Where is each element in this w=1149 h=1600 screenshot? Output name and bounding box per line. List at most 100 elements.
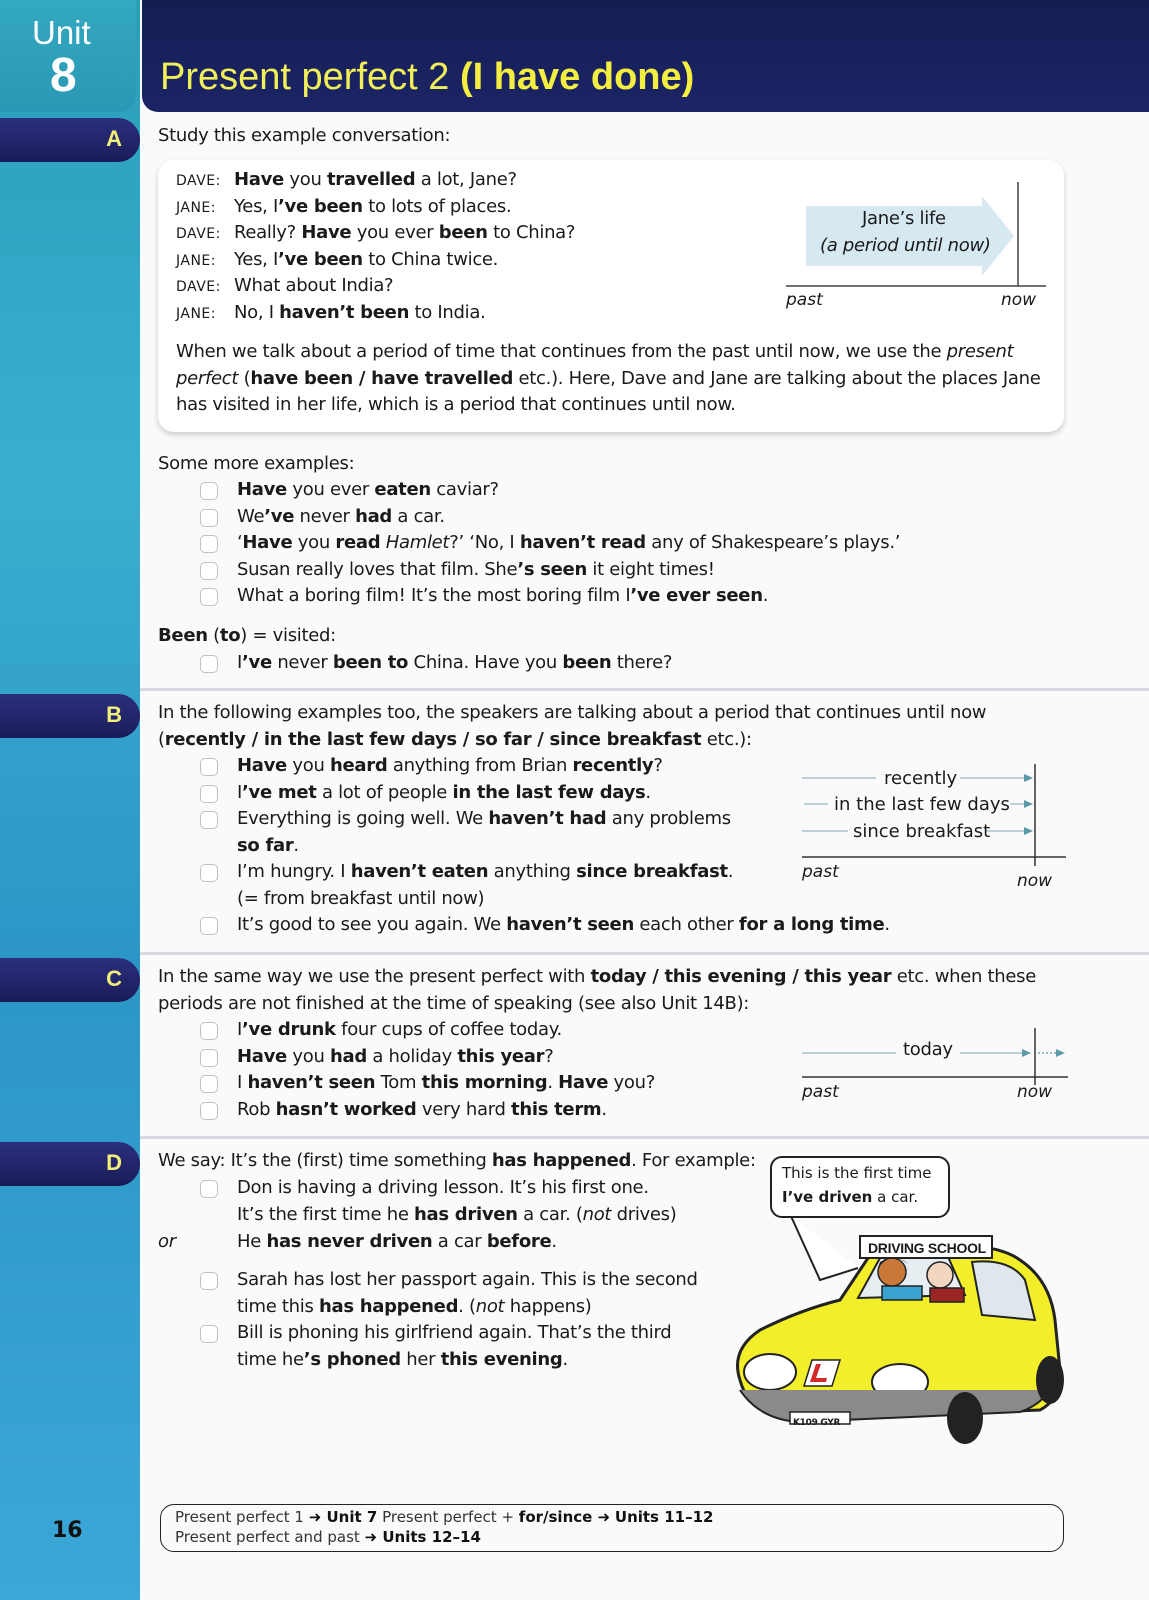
- text-run: to China twice.: [362, 248, 499, 270]
- speaker-label: DAVE:: [176, 279, 221, 295]
- bold-text: been: [438, 222, 488, 243]
- text-run: What a boring film! It’s the most boring…: [237, 585, 631, 606]
- arrow-head: [1024, 827, 1033, 835]
- text-run: you?: [608, 1072, 656, 1093]
- example-sentence: It’s the first time he has driven a car.…: [237, 1202, 677, 1229]
- example-sentence: ‘Have you read Hamlet?’ ‘No, I haven’t r…: [237, 530, 900, 557]
- text-run: Really?: [234, 222, 302, 243]
- text-run: China. Have you: [408, 652, 563, 673]
- bullet-icon: [200, 655, 218, 673]
- text-run: We: [237, 505, 265, 527]
- bold-text: has never driven: [266, 1231, 433, 1252]
- dialogue-line: DAVE: What about India?: [176, 273, 394, 301]
- text-run: a car: [432, 1231, 487, 1252]
- bold-text: Units 11–12: [614, 1508, 714, 1526]
- example-sentence: I’ve met a lot of people in the last few…: [237, 780, 651, 807]
- bold-text: has happened: [491, 1150, 632, 1171]
- text-run: (: [207, 625, 220, 646]
- bold-text: ’s seen: [517, 558, 587, 580]
- text-run: happens): [504, 1295, 592, 1317]
- bold-text: this evening: [440, 1348, 563, 1370]
- speaker-label: JANE:: [176, 252, 216, 269]
- intro-line: In the following examples too, the speak…: [158, 700, 987, 727]
- text-run: to lots of places.: [362, 195, 512, 217]
- text-run: Present perfect 1: [175, 1508, 309, 1526]
- bullet-icon: [200, 1180, 218, 1198]
- section-tab-a: A: [0, 118, 140, 162]
- arrow-head: [1056, 1049, 1065, 1057]
- text-run: I: [237, 1072, 248, 1093]
- bold-text: ➜ Units 12–14: [364, 1528, 481, 1546]
- text-run: Present perfect and past: [175, 1528, 365, 1546]
- now-label: now: [1017, 871, 1053, 891]
- text-run: .: [727, 861, 734, 882]
- bullet-icon: [200, 1075, 218, 1093]
- bold-text: eaten: [374, 479, 431, 500]
- text-run: caviar?: [430, 479, 499, 500]
- text-run: you: [286, 1045, 330, 1067]
- text-run: never: [271, 652, 333, 673]
- example-sentence: I’ve never been to China. Have you been …: [237, 650, 672, 677]
- italic-text: present: [946, 341, 1014, 362]
- dialogue-line: JANE: Yes, I’ve been to lots of places.: [176, 194, 512, 222]
- section-letter: C: [106, 966, 122, 991]
- text-run: Don is having a driving lesson. It’s his…: [237, 1177, 649, 1198]
- bold-text: had: [355, 505, 393, 527]
- page-number: 16: [52, 1518, 83, 1543]
- text-run: He: [237, 1231, 267, 1252]
- front-bumper: [739, 1389, 1051, 1424]
- bullet-icon: [200, 1101, 218, 1120]
- text-run: you ever: [286, 479, 375, 500]
- text-run: (= from breakfast until now): [237, 887, 485, 909]
- text-run: periods are not finished at the time of …: [158, 992, 750, 1014]
- text-run: In the same way we use the present perfe…: [158, 966, 591, 987]
- speech-bubble: This is the first time I’ve driven a car…: [770, 1156, 950, 1218]
- bold-text: have been / have travelled: [250, 367, 514, 389]
- explanation-line: perfect (have been / have travelled etc.…: [176, 366, 1041, 393]
- text-run: you: [286, 755, 330, 776]
- bold-text: haven’t eaten: [350, 861, 489, 882]
- example-sentence: He has never driven a car before.: [237, 1229, 557, 1256]
- text-run: a lot of people: [316, 781, 453, 803]
- text-run: (: [158, 728, 165, 750]
- bold-text: hasn’t worked: [275, 1098, 417, 1120]
- bullet-icon: [200, 588, 218, 606]
- text-run: anything from Brian: [387, 755, 573, 776]
- text-run: time this: [237, 1295, 319, 1317]
- title-bar: Present perfect 2 (I have done): [142, 0, 1149, 112]
- text-run: Sarah has lost her passport again. This …: [237, 1269, 698, 1290]
- bold-text: ’ve been: [278, 248, 363, 270]
- bold-text: has driven: [414, 1204, 518, 1225]
- bullet-icon: [200, 1048, 218, 1067]
- bold-text: haven’t seen: [247, 1072, 376, 1093]
- rear-wheel: [1036, 1356, 1064, 1404]
- cross-reference-line: Present perfect 1 ➜ Unit 7 Present perfe…: [175, 1508, 713, 1526]
- cross-reference-line: Present perfect and past ➜ Units 12–14: [175, 1528, 481, 1546]
- text-run: time he: [237, 1348, 304, 1370]
- past-label: past: [786, 290, 823, 310]
- example-sentence: Have you had a holiday this year?: [237, 1044, 554, 1071]
- text-run: Yes, I: [234, 248, 279, 270]
- text-run: you ever: [351, 222, 439, 243]
- bold-text: Have: [234, 169, 284, 190]
- front-wheel: [947, 1392, 983, 1444]
- driving-school-sign-text: DRIVING SCHOOL: [868, 1240, 986, 1256]
- italic-text: not: [475, 1295, 505, 1317]
- bold-text: before: [486, 1231, 552, 1252]
- bold-text: haven’t been: [279, 301, 410, 323]
- bold-text: I’ve driven: [782, 1188, 873, 1206]
- text-run: What about India?: [234, 275, 394, 296]
- title-bold: (I have done): [459, 56, 695, 98]
- text-run: a holiday: [366, 1045, 458, 1067]
- period-label: since breakfast: [853, 821, 990, 842]
- text-run: .: [547, 1072, 559, 1093]
- text-run: a car.: [872, 1188, 919, 1206]
- text-run: I’m hungry. I: [237, 861, 351, 882]
- speaker-label: JANE:: [176, 305, 216, 322]
- bold-text: this term: [511, 1098, 602, 1120]
- text-run: etc.). Here, Dave and Jane are talking a…: [513, 367, 1041, 389]
- bold-text: haven’t had: [488, 808, 607, 829]
- been-heading: Been (to) = visited:: [158, 623, 336, 650]
- text-run: (: [238, 367, 251, 389]
- section-tab-c: C: [0, 958, 140, 1002]
